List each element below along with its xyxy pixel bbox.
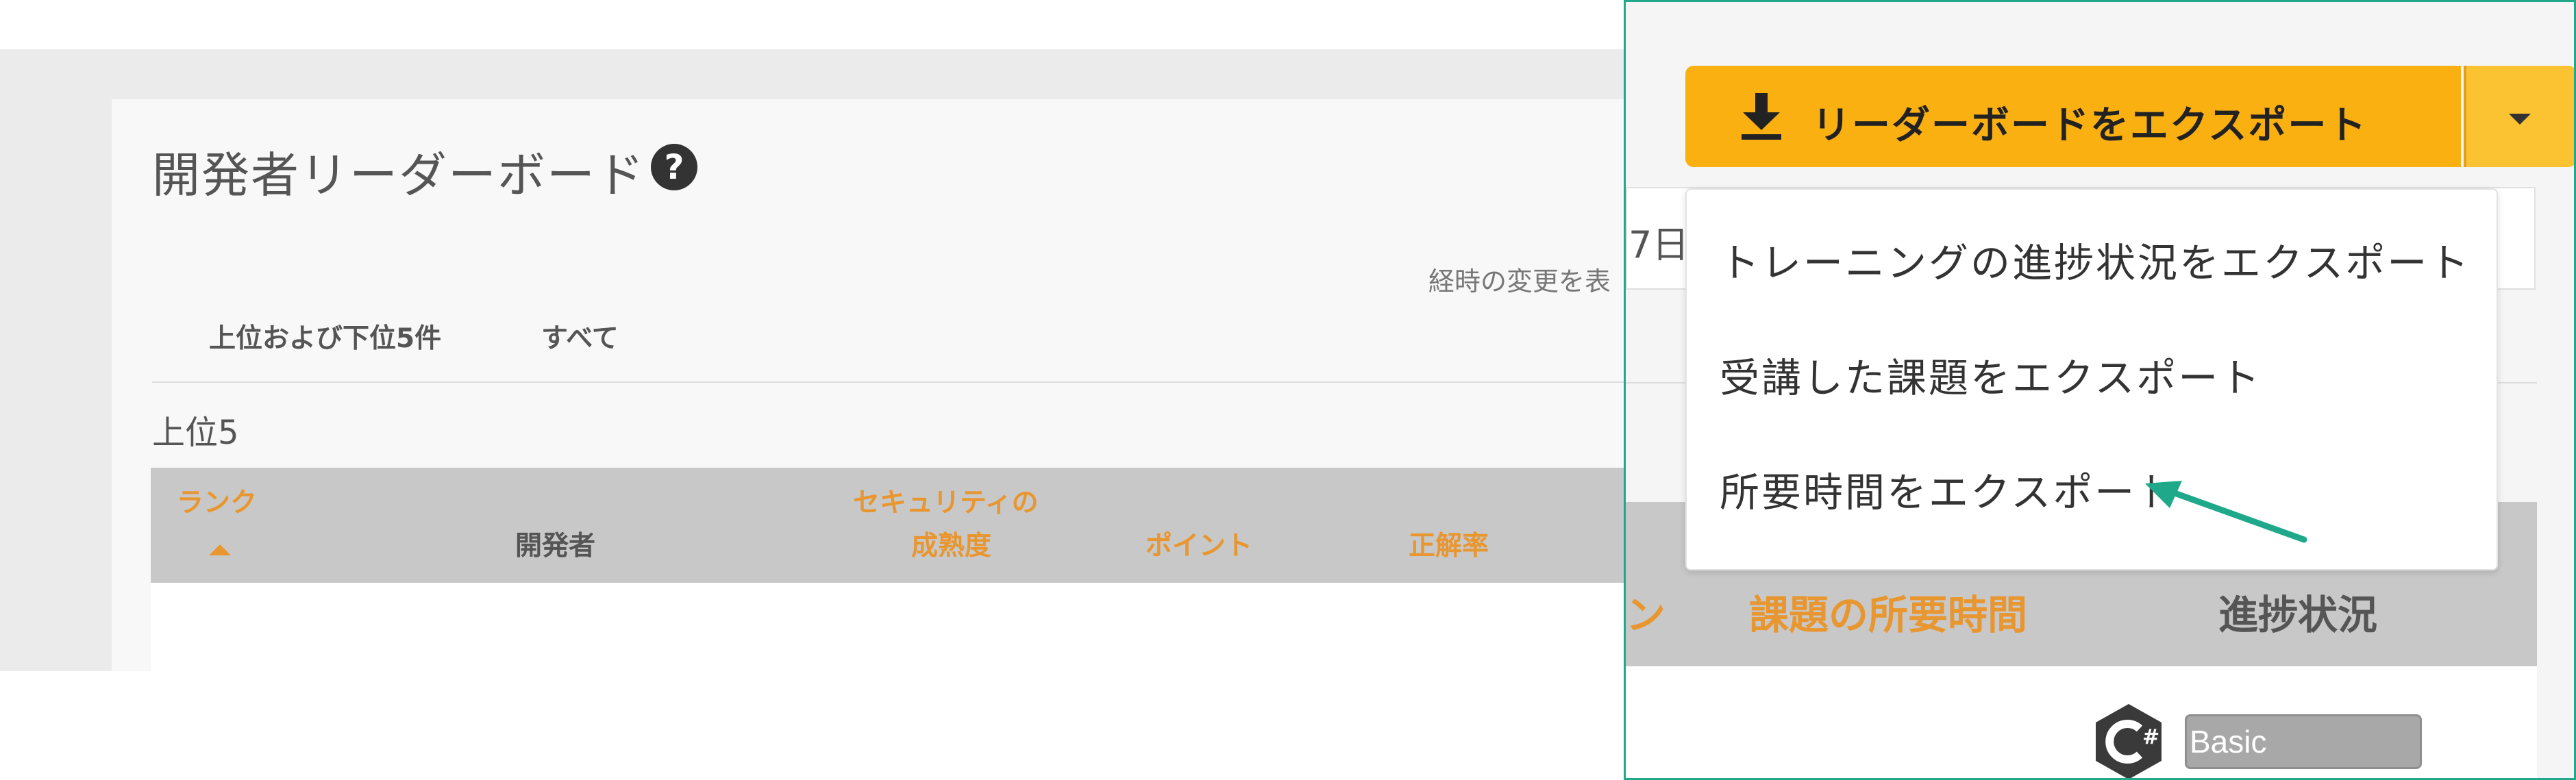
page-bottom-area <box>0 671 1625 780</box>
menu-item-export-time-spent[interactable]: 所要時間をエクスポート <box>1720 460 2178 518</box>
export-leaderboard-button[interactable]: リーダーボードをエクスポート <box>1685 66 2461 167</box>
column-header-challenge-time[interactable]: 課題の所要時間 <box>1749 583 2027 640</box>
download-icon <box>1742 93 1781 140</box>
tab-divider <box>152 381 1625 383</box>
zoom-callout: 7日 ン 課題の所要時間 進捗状況 # Basic リーダーボードをエクスポート… <box>1624 0 2576 780</box>
page-title: 開発者リーダーボード <box>152 147 645 203</box>
column-header-points[interactable]: ポイント <box>1145 526 1252 567</box>
column-header-partial[interactable]: ン <box>1626 583 1665 640</box>
export-leaderboard-label: リーダーボードをエクスポート <box>1812 103 2368 148</box>
export-dropdown-menu: トレーニングの進捗状況をエクスポート 受講した課題をエクスポート 所要時間をエク… <box>1685 188 2498 570</box>
column-header-accuracy[interactable]: 正解率 <box>1409 526 1489 567</box>
chevron-down-icon <box>2509 114 2531 125</box>
tab-all[interactable]: すべて <box>541 317 619 355</box>
leaderboard-table-body <box>151 583 1625 671</box>
export-dropdown-toggle[interactable] <box>2464 66 2574 167</box>
menu-item-export-completed-challenges[interactable]: 受講した課題をエクスポート <box>1720 346 2262 403</box>
csharp-icon: # <box>2096 704 2162 778</box>
help-icon[interactable]: ? <box>651 144 697 190</box>
column-header-rank[interactable]: ランク <box>177 483 257 524</box>
date-range-value: 7日 <box>1628 223 1689 266</box>
change-over-time-hint: 経時の変更を表 <box>1428 266 1611 297</box>
column-header-security-maturity-line1[interactable]: セキュリティの <box>853 483 1039 524</box>
skill-level-badge: Basic <box>2185 714 2422 769</box>
svg-text:#: # <box>2142 725 2159 749</box>
column-header-security-maturity-line2[interactable]: 成熟度 <box>911 526 991 567</box>
menu-item-export-training-progress[interactable]: トレーニングの進捗状況をエクスポート <box>1720 231 2470 288</box>
tab-top-bottom-5[interactable]: 上位および下位5件 <box>209 317 441 355</box>
column-header-progress[interactable]: 進捗状況 <box>2218 583 2377 640</box>
sort-ascending-icon[interactable] <box>209 544 231 555</box>
column-header-developer[interactable]: 開発者 <box>515 526 595 567</box>
section-label-top5: 上位5 <box>152 414 239 452</box>
pointer-arrow-icon <box>2145 481 2307 543</box>
